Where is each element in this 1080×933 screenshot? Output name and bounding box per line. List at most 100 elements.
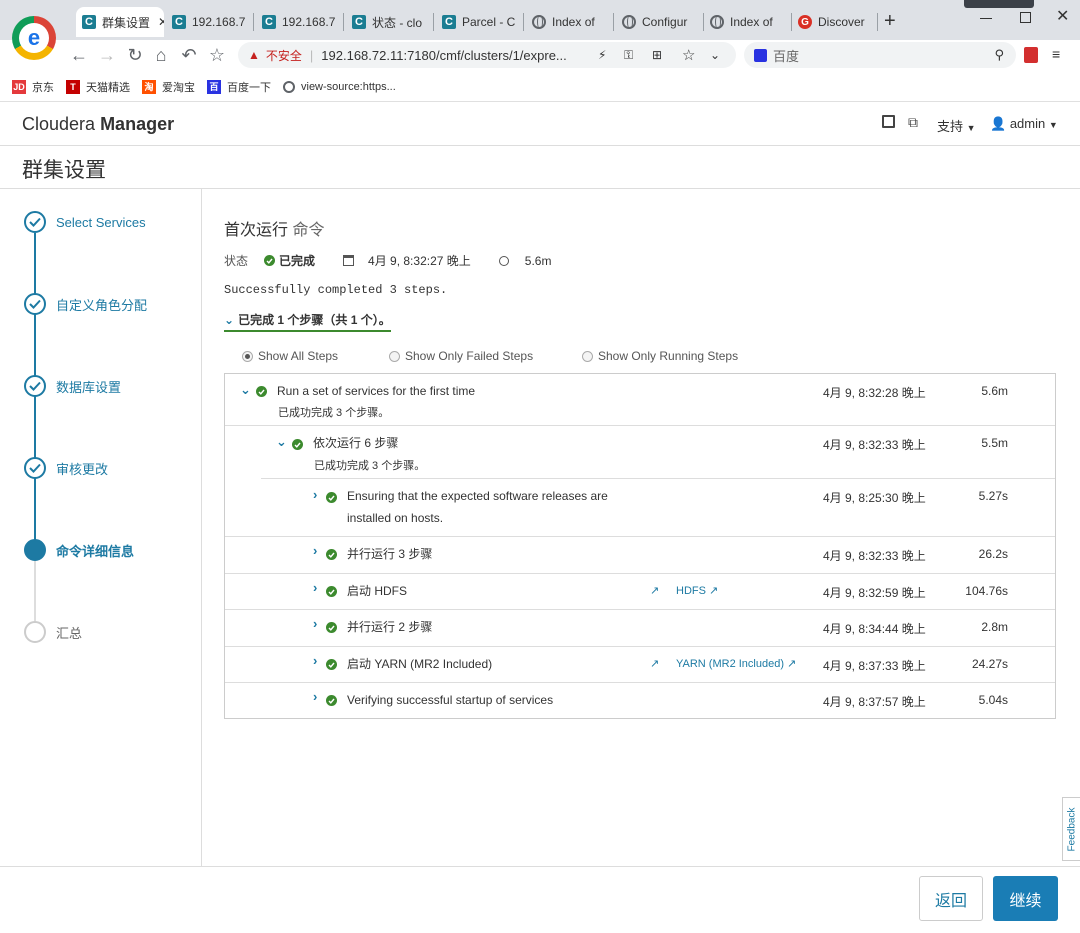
c-icon: C xyxy=(82,15,96,29)
feedback-tab[interactable]: Feedback xyxy=(1062,797,1080,861)
step-duration: 2.8m xyxy=(981,620,1008,634)
wizard-icon[interactable]: ⧉ xyxy=(908,114,918,131)
continue-button[interactable]: 继续 xyxy=(993,876,1058,921)
step-name: 启动 HDFS xyxy=(347,584,408,598)
success-check-icon xyxy=(326,586,337,597)
step-label: 汇总 xyxy=(56,625,83,641)
minimize-icon[interactable] xyxy=(980,18,992,19)
tab-discover[interactable]: G Discover xyxy=(792,7,878,37)
yarn-service-link[interactable]: YARN (MR2 Included) ↗ xyxy=(676,657,796,671)
baidu-icon xyxy=(754,48,767,62)
filter-show-failed[interactable]: Show Only Failed Steps xyxy=(389,349,533,363)
bookmark-label: 京东 xyxy=(32,81,54,94)
address-bar[interactable]: ▲ 不安全 | 192.168.72.11:7180/cmf/clusters/… xyxy=(238,42,736,68)
star-icon[interactable]: ☆ xyxy=(204,42,230,68)
external-link-icon[interactable]: ↗ xyxy=(650,584,659,597)
back-button[interactable]: 返回 xyxy=(919,876,983,921)
tab-label: 状态 - clo xyxy=(372,15,423,30)
menu-icon[interactable]: ≡ xyxy=(1052,46,1060,62)
hdfs-service-link[interactable]: HDFS ↗ xyxy=(676,584,719,598)
wizard-step-role-assignment[interactable]: 自定义角色分配 xyxy=(24,293,147,315)
wizard-step-review[interactable]: 审核更改 xyxy=(24,457,108,479)
tab-status[interactable]: C 状态 - clo xyxy=(346,7,434,37)
step-time: 4月 9, 8:37:33 晚上 xyxy=(823,659,926,673)
feedback-label: Feedback xyxy=(1066,807,1078,851)
step-name: 并行运行 2 步骤 xyxy=(347,620,433,634)
wizard-step-select-services[interactable]: Select Services xyxy=(24,211,146,233)
chevron-right-icon[interactable]: › xyxy=(313,487,317,502)
tab-label: Discover xyxy=(818,15,865,29)
status-label: 状态 xyxy=(224,254,249,268)
chevron-right-icon[interactable]: › xyxy=(313,689,317,704)
search-icon[interactable]: ⚲ xyxy=(994,47,1004,63)
bolt-icon[interactable]: ⚡ xyxy=(598,48,606,62)
tab-label: Configur xyxy=(642,15,688,29)
summary-toggle[interactable]: ⌄ 已完成 1 个步骤（共 1 个）。 xyxy=(224,311,391,332)
brand-logo[interactable]: Cloudera Manager xyxy=(22,114,174,135)
status-row: 状态 已完成 4月 9, 8:32:27 晚上 5.6m xyxy=(224,252,551,269)
bookmark-tmall[interactable]: T 天猫精选 xyxy=(66,79,130,95)
chevron-down-icon[interactable]: ⌄ xyxy=(276,434,287,450)
link-label: YARN (MR2 Included) xyxy=(676,657,784,670)
reload-icon[interactable]: ↻ xyxy=(122,42,148,68)
gift-icon[interactable] xyxy=(882,115,895,128)
bookmark-taobao[interactable]: 淘爱淘宝 xyxy=(142,79,195,95)
brand-light: Cloudera xyxy=(22,114,96,134)
bookmark-jd[interactable]: JD 京东 xyxy=(12,79,54,95)
step-time: 4月 9, 8:32:33 晚上 xyxy=(823,438,926,452)
close-icon[interactable]: ✕ xyxy=(158,15,164,29)
forward-arrow-icon[interactable]: → xyxy=(94,42,120,68)
back-arrow-icon[interactable]: ← xyxy=(66,42,92,68)
chevron-right-icon[interactable]: › xyxy=(313,616,317,631)
undo-icon[interactable]: ↶ xyxy=(176,42,202,68)
chevron-right-icon[interactable]: › xyxy=(313,653,317,668)
tab-ip-1[interactable]: C 192.168.7 xyxy=(166,7,254,37)
step-name: Ensuring that the expected software rele… xyxy=(347,489,608,503)
step-summary: 已成功完成 3 个步骤。 xyxy=(314,460,426,472)
tab-label: Index of xyxy=(552,15,595,29)
app-header: Cloudera Manager ⧉ 支持 ▼ 👤 admin ▼ xyxy=(0,102,1080,146)
tab-ip-2[interactable]: C 192.168.7 xyxy=(256,7,344,37)
wizard-step-database[interactable]: 数据库设置 xyxy=(24,375,121,397)
support-menu[interactable]: 支持 ▼ xyxy=(937,116,976,135)
maximize-icon[interactable] xyxy=(1020,12,1031,23)
tab-cluster-setup[interactable]: C 群集设置 ✕ xyxy=(76,7,164,37)
translate-icon[interactable]: ⊞ xyxy=(652,48,662,62)
chevron-right-icon[interactable]: › xyxy=(313,543,317,558)
globe-icon xyxy=(622,15,636,29)
filter-show-all[interactable]: Show All Steps xyxy=(242,349,338,363)
key-icon[interactable]: ⚿ xyxy=(624,48,633,63)
search-box[interactable]: 百度 ⚲ xyxy=(744,42,1016,68)
bookmark-label: 天猫精选 xyxy=(86,81,130,94)
radio-unselected xyxy=(389,350,400,362)
tab-index-1[interactable]: Index of xyxy=(526,7,614,37)
pdf-icon[interactable] xyxy=(1024,47,1038,63)
caret-down-icon: ▼ xyxy=(966,123,976,133)
command-title-b: 命令 xyxy=(292,222,325,239)
baidu-icon: 百 xyxy=(207,79,221,94)
wizard-step-command-details[interactable]: 命令详细信息 xyxy=(24,539,134,561)
bookmark-star-icon[interactable]: ☆ xyxy=(682,46,695,64)
chevron-down-icon[interactable]: ⌄ xyxy=(240,382,251,398)
checkmark-icon xyxy=(24,293,46,315)
success-check-icon xyxy=(326,659,337,670)
tab-label: 192.168.7 xyxy=(192,15,246,29)
filter-show-running[interactable]: Show Only Running Steps xyxy=(582,349,738,363)
chevron-down-icon[interactable]: ⌄ xyxy=(710,48,720,62)
external-link-icon: ↗ xyxy=(708,585,719,597)
external-link-icon[interactable]: ↗ xyxy=(650,657,659,670)
tab-label: 群集设置 xyxy=(102,15,151,30)
url-text: 192.168.72.11:7180/cmf/clusters/1/expre.… xyxy=(321,47,567,63)
tab-index-2[interactable]: Index of xyxy=(704,7,792,37)
c-icon: C xyxy=(262,15,276,29)
home-icon[interactable]: ⌂ xyxy=(148,42,174,68)
user-menu[interactable]: 👤 admin ▼ xyxy=(990,116,1058,132)
new-tab-button[interactable]: + xyxy=(884,10,896,33)
chevron-right-icon[interactable]: › xyxy=(313,580,317,595)
bookmark-baidu[interactable]: 百百度一下 xyxy=(207,79,271,95)
tab-configure[interactable]: Configur xyxy=(616,7,704,37)
bookmark-view-source[interactable]: view-source:https... xyxy=(283,80,396,93)
tab-parcel[interactable]: C Parcel - C xyxy=(436,7,524,37)
command-title: 首次运行 命令 xyxy=(224,216,324,240)
close-window-icon[interactable]: ✕ xyxy=(1056,6,1069,26)
